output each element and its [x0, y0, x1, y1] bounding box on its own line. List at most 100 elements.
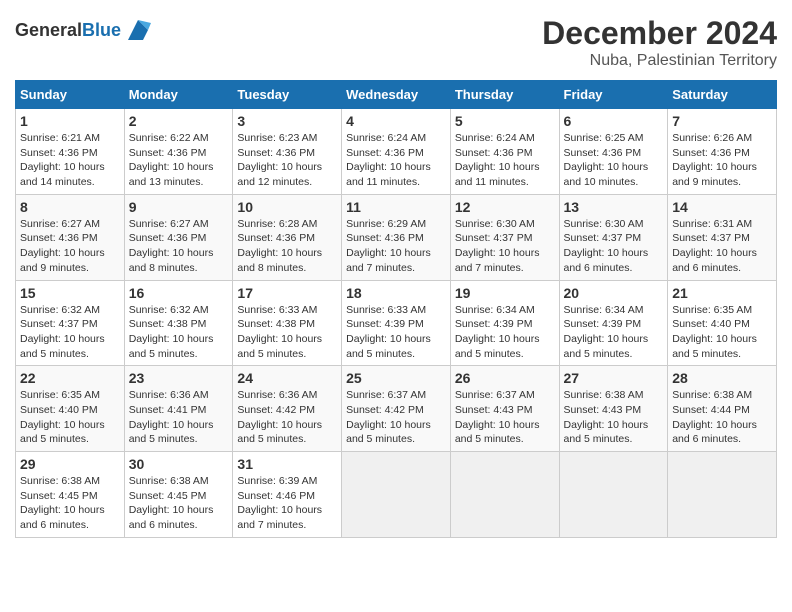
- day-number: 24: [237, 370, 337, 386]
- day-info: Sunrise: 6:33 AMSunset: 4:38 PMDaylight:…: [237, 303, 337, 362]
- day-info: Sunrise: 6:27 AMSunset: 4:36 PMDaylight:…: [129, 217, 229, 276]
- day-number: 21: [672, 285, 772, 301]
- week-row-3: 15Sunrise: 6:32 AMSunset: 4:37 PMDayligh…: [16, 280, 777, 366]
- calendar-cell: 29 Sunrise: 6:38 AMSunset: 4:45 PMDayligh…: [16, 452, 125, 538]
- calendar-cell: 22 Sunrise: 6:35 AMSunset: 4:40 PMDayligh…: [16, 366, 125, 452]
- day-number: 19: [455, 285, 555, 301]
- calendar-cell: 30 Sunrise: 6:38 AMSunset: 4:45 PMDayligh…: [124, 452, 233, 538]
- day-info: Sunrise: 6:29 AMSunset: 4:36 PMDaylight:…: [346, 217, 446, 276]
- column-header-friday: Friday: [559, 81, 668, 109]
- day-number: 25: [346, 370, 446, 386]
- day-info: Sunrise: 6:24 AMSunset: 4:36 PMDaylight:…: [346, 131, 446, 190]
- logo-general: General: [15, 20, 82, 40]
- day-info: Sunrise: 6:25 AMSunset: 4:36 PMDaylight:…: [564, 131, 664, 190]
- column-header-wednesday: Wednesday: [342, 81, 451, 109]
- calendar-cell: 1 Sunrise: 6:21 AMSunset: 4:36 PMDaylight…: [16, 109, 125, 195]
- day-number: 27: [564, 370, 664, 386]
- day-number: 1: [20, 113, 120, 129]
- day-info: Sunrise: 6:38 AMSunset: 4:45 PMDaylight:…: [129, 474, 229, 533]
- column-header-monday: Monday: [124, 81, 233, 109]
- day-info: Sunrise: 6:21 AMSunset: 4:36 PMDaylight:…: [20, 131, 120, 190]
- calendar-cell: [342, 452, 451, 538]
- day-info: Sunrise: 6:22 AMSunset: 4:36 PMDaylight:…: [129, 131, 229, 190]
- day-number: 2: [129, 113, 229, 129]
- calendar-cell: 26 Sunrise: 6:37 AMSunset: 4:43 PMDayligh…: [450, 366, 559, 452]
- calendar-cell: 31Sunrise: 6:39 AMSunset: 4:46 PMDayligh…: [233, 452, 342, 538]
- calendar-cell: 2 Sunrise: 6:22 AMSunset: 4:36 PMDaylight…: [124, 109, 233, 195]
- logo-icon: [123, 15, 153, 45]
- calendar-cell: 16 Sunrise: 6:32 AMSunset: 4:38 PMDayligh…: [124, 280, 233, 366]
- week-row-1: 1 Sunrise: 6:21 AMSunset: 4:36 PMDaylight…: [16, 109, 777, 195]
- calendar-cell: 27 Sunrise: 6:38 AMSunset: 4:43 PMDayligh…: [559, 366, 668, 452]
- calendar-cell: 28Sunrise: 6:38 AMSunset: 4:44 PMDayligh…: [668, 366, 777, 452]
- day-number: 13: [564, 199, 664, 215]
- week-row-4: 22 Sunrise: 6:35 AMSunset: 4:40 PMDayligh…: [16, 366, 777, 452]
- day-number: 22: [20, 370, 120, 386]
- day-info: Sunrise: 6:26 AMSunset: 4:36 PMDaylight:…: [672, 131, 772, 190]
- calendar-cell: 8 Sunrise: 6:27 AMSunset: 4:36 PMDaylight…: [16, 194, 125, 280]
- calendar-cell: 20Sunrise: 6:34 AMSunset: 4:39 PMDayligh…: [559, 280, 668, 366]
- column-header-thursday: Thursday: [450, 81, 559, 109]
- day-info: Sunrise: 6:37 AMSunset: 4:42 PMDaylight:…: [346, 388, 446, 447]
- day-info: Sunrise: 6:30 AMSunset: 4:37 PMDaylight:…: [564, 217, 664, 276]
- day-number: 10: [237, 199, 337, 215]
- calendar-cell: 25 Sunrise: 6:37 AMSunset: 4:42 PMDayligh…: [342, 366, 451, 452]
- day-number: 31: [237, 456, 337, 472]
- day-number: 30: [129, 456, 229, 472]
- calendar-cell: 11 Sunrise: 6:29 AMSunset: 4:36 PMDayligh…: [342, 194, 451, 280]
- page-header: GeneralBlue December 2024 Nuba, Palestin…: [15, 15, 777, 70]
- week-row-2: 8 Sunrise: 6:27 AMSunset: 4:36 PMDaylight…: [16, 194, 777, 280]
- calendar-table: SundayMondayTuesdayWednesdayThursdayFrid…: [15, 80, 777, 538]
- day-info: Sunrise: 6:36 AMSunset: 4:41 PMDaylight:…: [129, 388, 229, 447]
- calendar-cell: [668, 452, 777, 538]
- day-number: 7: [672, 113, 772, 129]
- calendar-cell: 7 Sunrise: 6:26 AMSunset: 4:36 PMDaylight…: [668, 109, 777, 195]
- day-info: Sunrise: 6:23 AMSunset: 4:36 PMDaylight:…: [237, 131, 337, 190]
- day-info: Sunrise: 6:28 AMSunset: 4:36 PMDaylight:…: [237, 217, 337, 276]
- day-info: Sunrise: 6:30 AMSunset: 4:37 PMDaylight:…: [455, 217, 555, 276]
- calendar-cell: 17 Sunrise: 6:33 AMSunset: 4:38 PMDayligh…: [233, 280, 342, 366]
- day-info: Sunrise: 6:35 AMSunset: 4:40 PMDaylight:…: [20, 388, 120, 447]
- day-number: 20: [564, 285, 664, 301]
- logo-text: GeneralBlue: [15, 20, 121, 41]
- day-number: 9: [129, 199, 229, 215]
- day-info: Sunrise: 6:27 AMSunset: 4:36 PMDaylight:…: [20, 217, 120, 276]
- calendar-cell: 18 Sunrise: 6:33 AMSunset: 4:39 PMDayligh…: [342, 280, 451, 366]
- calendar-cell: [450, 452, 559, 538]
- logo-blue: Blue: [82, 20, 121, 40]
- day-number: 6: [564, 113, 664, 129]
- day-info: Sunrise: 6:24 AMSunset: 4:36 PMDaylight:…: [455, 131, 555, 190]
- calendar-cell: [559, 452, 668, 538]
- day-number: 4: [346, 113, 446, 129]
- day-info: Sunrise: 6:33 AMSunset: 4:39 PMDaylight:…: [346, 303, 446, 362]
- day-number: 28: [672, 370, 772, 386]
- day-number: 8: [20, 199, 120, 215]
- day-number: 5: [455, 113, 555, 129]
- sub-title: Nuba, Palestinian Territory: [542, 52, 777, 70]
- day-number: 17: [237, 285, 337, 301]
- calendar-cell: 23Sunrise: 6:36 AMSunset: 4:41 PMDayligh…: [124, 366, 233, 452]
- day-number: 11: [346, 199, 446, 215]
- day-info: Sunrise: 6:38 AMSunset: 4:43 PMDaylight:…: [564, 388, 664, 447]
- day-info: Sunrise: 6:32 AMSunset: 4:38 PMDaylight:…: [129, 303, 229, 362]
- calendar-cell: 15Sunrise: 6:32 AMSunset: 4:37 PMDayligh…: [16, 280, 125, 366]
- day-number: 14: [672, 199, 772, 215]
- calendar-cell: 13 Sunrise: 6:30 AMSunset: 4:37 PMDayligh…: [559, 194, 668, 280]
- main-title: December 2024: [542, 15, 777, 52]
- calendar-cell: 3Sunrise: 6:23 AMSunset: 4:36 PMDaylight…: [233, 109, 342, 195]
- day-info: Sunrise: 6:36 AMSunset: 4:42 PMDaylight:…: [237, 388, 337, 447]
- day-info: Sunrise: 6:31 AMSunset: 4:37 PMDaylight:…: [672, 217, 772, 276]
- day-info: Sunrise: 6:37 AMSunset: 4:43 PMDaylight:…: [455, 388, 555, 447]
- logo: GeneralBlue: [15, 15, 153, 45]
- day-number: 29: [20, 456, 120, 472]
- day-info: Sunrise: 6:38 AMSunset: 4:45 PMDaylight:…: [20, 474, 120, 533]
- day-number: 26: [455, 370, 555, 386]
- calendar-cell: 24 Sunrise: 6:36 AMSunset: 4:42 PMDayligh…: [233, 366, 342, 452]
- calendar-cell: 9 Sunrise: 6:27 AMSunset: 4:36 PMDaylight…: [124, 194, 233, 280]
- column-header-tuesday: Tuesday: [233, 81, 342, 109]
- day-info: Sunrise: 6:35 AMSunset: 4:40 PMDaylight:…: [672, 303, 772, 362]
- calendar-cell: 19Sunrise: 6:34 AMSunset: 4:39 PMDayligh…: [450, 280, 559, 366]
- calendar-cell: 4 Sunrise: 6:24 AMSunset: 4:36 PMDaylight…: [342, 109, 451, 195]
- day-number: 16: [129, 285, 229, 301]
- day-number: 18: [346, 285, 446, 301]
